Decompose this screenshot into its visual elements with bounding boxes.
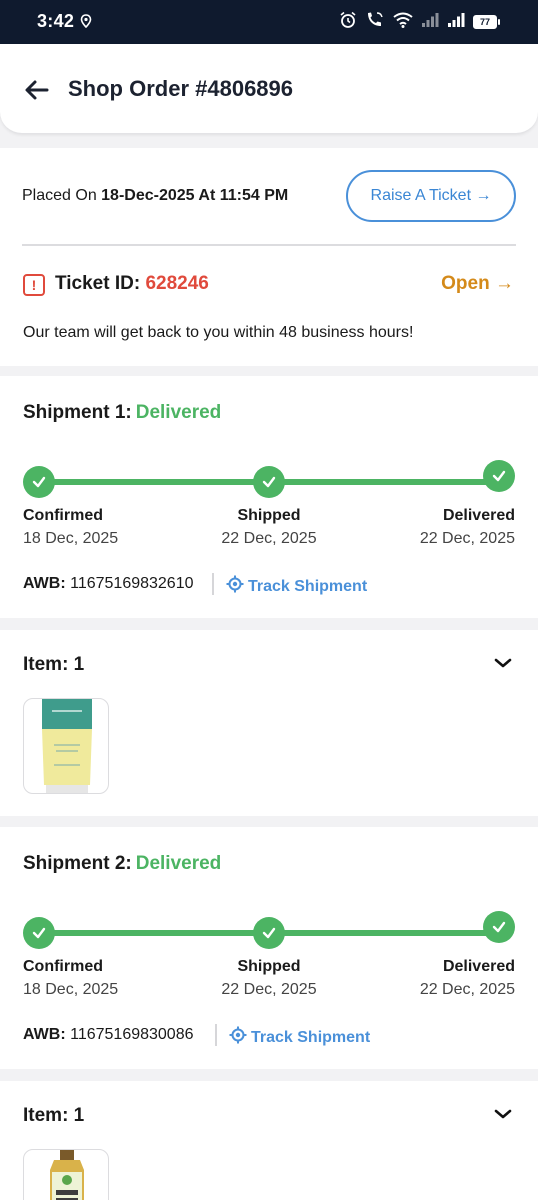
check-icon — [23, 917, 55, 949]
ticket-open-link[interactable]: Open → — [441, 273, 514, 295]
shipment-title: Shipment 2: Delivered — [23, 853, 221, 875]
step-shipped-label: Shipped — [237, 958, 301, 975]
step-confirmed-date: 18 Dec, 2025 — [23, 981, 119, 998]
shipment-card: Shipment 2: Delivered Confirmed 18 Dec, 2… — [0, 827, 538, 1069]
placed-on-date: 18-Dec-2025 At 11:54 PM — [101, 187, 289, 204]
chevron-down-icon[interactable] — [494, 1107, 512, 1125]
location-icon — [80, 14, 92, 33]
step-delivered-date: 22 Dec, 2025 — [419, 981, 515, 998]
status-icons: 77 — [339, 10, 500, 34]
target-icon — [226, 575, 244, 598]
step-delivered-label: Delivered — [442, 507, 515, 524]
shipment-status: Delivered — [135, 402, 222, 423]
awb-number: 11675169832610 — [70, 575, 194, 592]
placed-on-label: Placed On — [22, 187, 102, 204]
chevron-down-icon[interactable] — [494, 656, 512, 674]
target-icon — [229, 1026, 247, 1049]
shipment-label: Shipment 2: — [23, 853, 132, 874]
step-shipped-date: 22 Dec, 2025 — [221, 530, 317, 547]
arrow-left-icon[interactable] — [22, 75, 52, 105]
step-shipped-date: 22 Dec, 2025 — [221, 981, 317, 998]
divider — [22, 244, 516, 246]
check-icon — [483, 911, 515, 943]
product-image[interactable] — [23, 1149, 109, 1200]
order-summary-card: Placed On 18-Dec-2025 At 11:54 PM Raise … — [0, 148, 538, 366]
item-count: Item: 1 — [23, 654, 85, 675]
shipment-title: Shipment 1: Delivered — [23, 402, 221, 424]
item-card: Item: 1 — [0, 630, 538, 816]
track-shipment-link[interactable]: Track Shipment — [229, 1026, 370, 1049]
awb-row: AWB: 11675169830086 — [23, 1026, 194, 1044]
check-icon — [23, 466, 55, 498]
divider — [215, 1024, 217, 1046]
check-icon — [253, 917, 285, 949]
ticket-id-value: 628246 — [145, 273, 209, 294]
raise-ticket-button[interactable]: Raise A Ticket → — [346, 170, 516, 222]
page-title: Shop Order #4806896 — [68, 76, 294, 101]
track-shipment-label: Track Shipment — [248, 577, 368, 595]
ticket-id-row: Ticket ID: 628246 — [55, 273, 209, 295]
item-count: Item: 1 — [23, 1105, 85, 1126]
app-header: Shop Order #4806896 — [0, 44, 538, 134]
track-shipment-label: Track Shipment — [251, 1028, 371, 1046]
signal-icon — [447, 12, 465, 33]
step-confirmed-label: Confirmed — [23, 958, 103, 975]
wifi-icon — [393, 12, 413, 33]
placed-on-text: Placed On 18-Dec-2025 At 11:54 PM — [22, 187, 288, 205]
awb-label: AWB: — [23, 575, 66, 592]
step-confirmed-label: Confirmed — [23, 507, 103, 524]
ticket-id-label: Ticket ID: — [55, 273, 146, 294]
awb-row: AWB: 11675169832610 — [23, 575, 194, 593]
divider — [212, 573, 214, 595]
battery-level: 77 — [473, 15, 497, 29]
item-card: Item: 1 — [0, 1081, 538, 1200]
awb-label: AWB: — [23, 1026, 66, 1043]
shipment-label: Shipment 1: — [23, 402, 132, 423]
battery-icon: 77 — [473, 15, 500, 29]
status-time: 3:42 — [37, 11, 75, 31]
check-icon — [483, 460, 515, 492]
wifi-call-icon — [365, 11, 385, 34]
status-bar: 3:42 77 — [0, 0, 538, 44]
team-message: Our team will get back to you within 48 … — [23, 324, 414, 341]
alarm-icon — [339, 11, 357, 34]
shipment-status: Delivered — [135, 853, 222, 874]
track-shipment-link[interactable]: Track Shipment — [226, 575, 367, 598]
step-confirmed-date: 18 Dec, 2025 — [23, 530, 119, 547]
step-delivered-label: Delivered — [442, 958, 515, 975]
step-shipped-label: Shipped — [237, 507, 301, 524]
alert-icon: ! — [23, 274, 45, 296]
shipment-card: Shipment 1: Delivered Confirmed 18 Dec, 2… — [0, 376, 538, 618]
step-delivered-date: 22 Dec, 2025 — [419, 530, 515, 547]
check-icon — [253, 466, 285, 498]
awb-number: 11675169830086 — [70, 1026, 194, 1043]
product-image[interactable] — [23, 698, 109, 794]
signal-icon — [421, 12, 439, 33]
